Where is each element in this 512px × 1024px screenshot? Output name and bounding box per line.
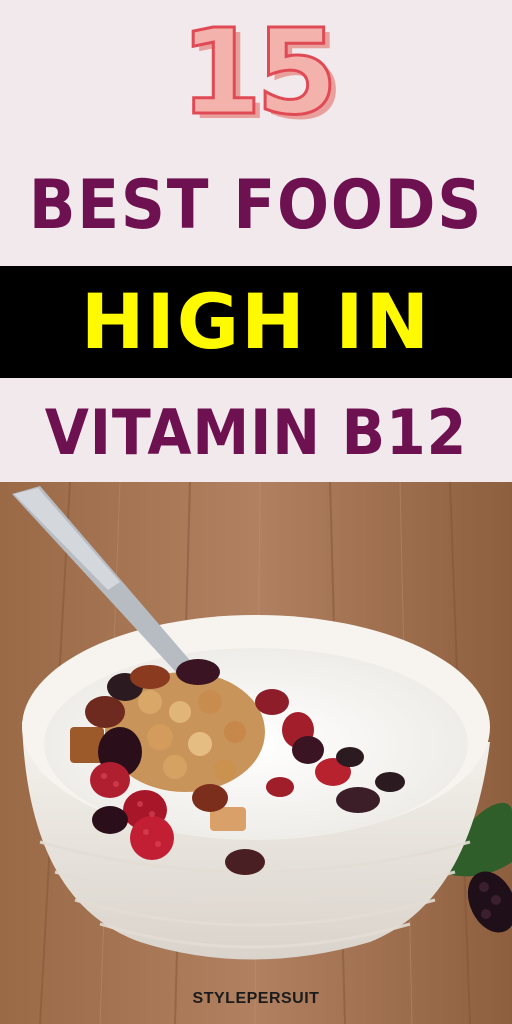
title-panel: 15 BEST FOODS HIGH IN VITAMIN B12 <box>0 0 512 482</box>
title-line-high-in: HIGH IN <box>80 277 432 366</box>
pin-graphic: 15 BEST FOODS HIGH IN VITAMIN B12 STYLEP… <box>0 0 512 1024</box>
title-line-vitamin-b12: VITAMIN B12 <box>44 396 468 469</box>
yogurt-bowl-photo <box>0 482 512 1024</box>
title-highlight-band: HIGH IN <box>0 266 512 378</box>
brand-watermark: STYLEPERSUIT <box>192 990 320 1007</box>
title-line-best-foods: BEST FOODS <box>28 166 484 245</box>
title-number: 15 <box>178 2 339 143</box>
